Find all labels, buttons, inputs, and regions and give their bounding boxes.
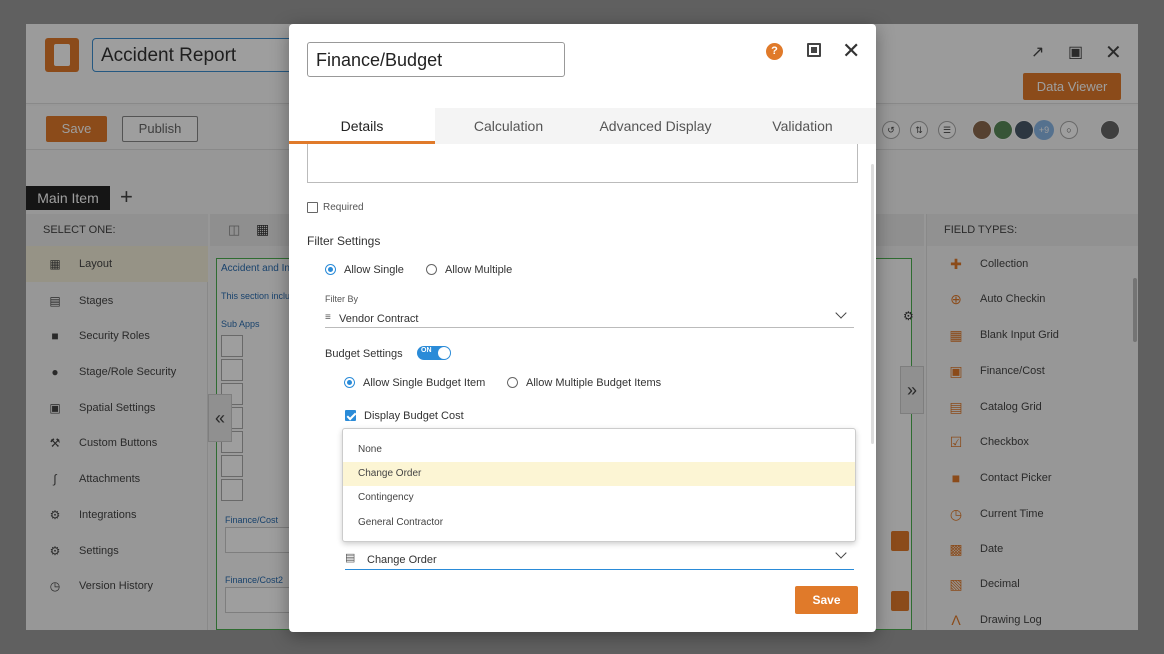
chevron-down-icon	[835, 307, 847, 319]
filter-sliders-icon: ≡	[325, 312, 331, 323]
chevron-down-icon	[835, 547, 847, 559]
tab-advanced-display[interactable]: Advanced Display	[582, 108, 729, 144]
description-textarea[interactable]	[307, 144, 858, 183]
display-budget-cost-label: Display Budget Cost	[364, 410, 464, 422]
help-icon[interactable]: ?	[766, 43, 783, 60]
budget-type-value: Change Order	[367, 554, 437, 566]
budget-type-dropdown-menu: None Change Order Contingency General Co…	[342, 428, 856, 542]
field-settings-dialog: Finance/Budget ? ✕ Details Calculation A…	[289, 24, 876, 632]
dropdown-option-change-order[interactable]: Change Order	[343, 462, 855, 486]
allow-single-budget-label: Allow Single Budget Item	[363, 377, 486, 389]
dropdown-option-none[interactable]: None	[343, 438, 855, 462]
tab-details[interactable]: Details	[289, 108, 435, 144]
allow-multiple-budget-radio[interactable]	[507, 377, 518, 388]
filter-by-value: Vendor Contract	[339, 313, 419, 325]
dialog-save-button[interactable]: Save	[795, 586, 858, 614]
dropdown-option-contingency[interactable]: Contingency	[343, 486, 855, 510]
allow-multiple-label: Allow Multiple	[445, 264, 513, 276]
allow-single-budget-radio[interactable]	[344, 377, 355, 388]
budget-settings-toggle[interactable]: ON	[417, 346, 451, 360]
required-label: Required	[323, 202, 364, 213]
toggle-knob	[438, 347, 450, 359]
field-name-input[interactable]: Finance/Budget	[307, 42, 565, 77]
dialog-scrollbar[interactable]	[871, 164, 874, 444]
display-budget-cost-checkbox[interactable]	[345, 410, 356, 421]
filter-by-label: Filter By	[325, 294, 359, 304]
expand-icon[interactable]	[807, 43, 821, 57]
toggle-state-label: ON	[421, 347, 432, 354]
required-checkbox[interactable]	[307, 202, 318, 213]
allow-single-radio[interactable]	[325, 264, 336, 275]
dialog-tabs: Details Calculation Advanced Display Val…	[289, 108, 876, 144]
allow-multiple-radio[interactable]	[426, 264, 437, 275]
filter-settings-title: Filter Settings	[307, 234, 381, 248]
close-dialog-icon[interactable]: ✕	[842, 40, 860, 62]
register-icon: ▤	[345, 552, 356, 564]
tab-calculation[interactable]: Calculation	[435, 108, 582, 144]
allow-multiple-budget-label: Allow Multiple Budget Items	[526, 377, 662, 389]
tab-validation[interactable]: Validation	[729, 108, 876, 144]
details-content: Required Filter Settings Allow Single Al…	[289, 144, 876, 574]
budget-settings-label: Budget Settings	[325, 348, 403, 360]
filter-by-select[interactable]: ≡ Vendor Contract	[325, 306, 854, 328]
budget-type-select[interactable]: ▤ Change Order	[345, 546, 854, 570]
dropdown-option-general-contractor[interactable]: General Contractor	[343, 511, 855, 535]
allow-single-label: Allow Single	[344, 264, 404, 276]
